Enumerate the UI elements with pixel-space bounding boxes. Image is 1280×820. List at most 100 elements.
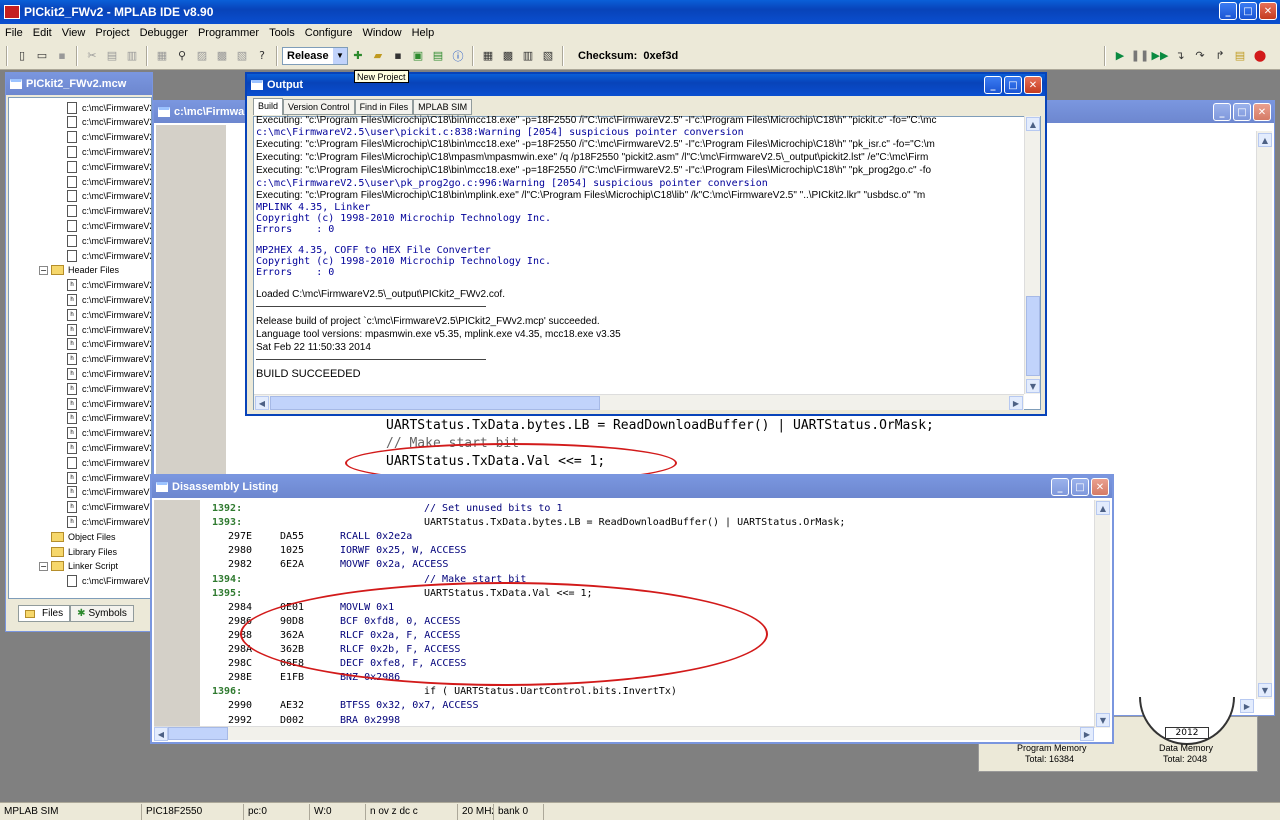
step-out-icon[interactable]: ↱ — [1212, 48, 1228, 64]
editor-maximize-button[interactable]: □ — [1233, 103, 1251, 121]
menu-project[interactable]: Project — [90, 27, 134, 39]
find-icon[interactable]: ⚲ — [174, 48, 190, 64]
run-icon[interactable]: ▶ — [1112, 48, 1128, 64]
maximize-button[interactable]: □ — [1239, 2, 1257, 20]
help-icon[interactable]: ? — [254, 48, 270, 64]
editor-minimize-button[interactable]: _ — [1213, 103, 1231, 121]
next-bookmark-icon[interactable]: ▧ — [234, 48, 250, 64]
tab-mplab-sim[interactable]: MPLAB SIM — [413, 99, 473, 115]
scroll-right-icon[interactable]: ▶ — [1240, 699, 1254, 713]
make-icon[interactable]: ▣ — [410, 48, 426, 64]
tree-item-source[interactable]: c:\mc\FirmwareV2 — [67, 189, 151, 204]
tree-item-header[interactable]: h c:\mc\FirmwareV2 — [67, 366, 151, 381]
tree-item-source[interactable]: c:\mc\FirmwareV2 — [67, 248, 151, 263]
step-over-icon[interactable]: ↷ — [1192, 48, 1208, 64]
tree-item-header[interactable]: h c:\mc\FirmwareV2 — [67, 381, 151, 396]
tree-item-source[interactable]: c:\mc\FirmwareV2 — [67, 130, 151, 145]
tree-item-source[interactable]: c:\mc\FirmwareV2 — [67, 218, 151, 233]
scroll-thumb[interactable] — [270, 396, 600, 410]
tree-item-source[interactable]: c:\mc\FirmwareV2 — [67, 204, 151, 219]
tree-item-header[interactable]: h c:\mc\FirmwareV2 — [67, 396, 151, 411]
tree-item-header[interactable]: h c:\mc\FirmwareV — [67, 500, 150, 515]
tab-symbols[interactable]: ✱ Symbols — [70, 605, 134, 622]
tree-item-header[interactable]: h c:\mc\FirmwareV2 — [67, 411, 151, 426]
save-workspace-icon[interactable]: ▪ — [390, 48, 406, 64]
tree-item-header[interactable]: h c:\mc\FirmwareV2 — [67, 426, 151, 441]
menu-help[interactable]: Help — [407, 27, 440, 39]
paste-icon[interactable]: ▥ — [124, 48, 140, 64]
info-icon[interactable]: ⓘ — [450, 48, 466, 64]
scroll-down-icon[interactable]: ▼ — [1258, 683, 1272, 697]
open-project-icon[interactable]: ▰ — [370, 48, 386, 64]
memory-icon[interactable]: ▩ — [500, 48, 516, 64]
step-into-icon[interactable]: ↴ — [1172, 48, 1188, 64]
tree-folder-linker[interactable]: Linker Script — [51, 559, 118, 574]
collapse-icon[interactable]: − — [39, 265, 48, 275]
output-close-button[interactable]: ✕ — [1024, 76, 1042, 94]
tree-item-header[interactable]: h c:\mc\FirmwareV2 — [67, 337, 151, 352]
output-hscroll[interactable]: ◀ ▶ — [254, 394, 1024, 410]
tab-build[interactable]: Build — [253, 98, 284, 115]
scroll-left-icon[interactable]: ◀ — [255, 396, 269, 410]
disassembly-maximize-button[interactable]: □ — [1071, 478, 1089, 496]
output-maximize-button[interactable]: □ — [1004, 76, 1022, 94]
reset-icon[interactable]: ▤ — [1232, 48, 1248, 64]
bookmark-icon[interactable]: ▩ — [214, 48, 230, 64]
cut-icon[interactable]: ✂ — [84, 48, 100, 64]
scroll-up-icon[interactable]: ▲ — [1258, 133, 1272, 147]
tree-item-header[interactable]: c:\mc\FirmwareV — [67, 455, 150, 470]
scroll-up-icon[interactable]: ▲ — [1096, 501, 1110, 515]
watch-icon[interactable]: ▥ — [520, 48, 536, 64]
menu-file[interactable]: File — [0, 27, 28, 39]
program-icon[interactable]: ▧ — [540, 48, 556, 64]
tree-folder-object[interactable]: Object Files — [51, 529, 116, 544]
scroll-thumb[interactable] — [168, 727, 228, 740]
scroll-down-icon[interactable]: ▼ — [1096, 713, 1110, 727]
output-vscroll[interactable]: ▲ ▼ — [1024, 116, 1040, 394]
scroll-right-icon[interactable]: ▶ — [1009, 396, 1023, 410]
scroll-right-icon[interactable]: ▶ — [1080, 727, 1094, 741]
new-project-icon[interactable]: ✚ — [350, 48, 366, 64]
build-all-icon[interactable]: ▤ — [430, 48, 446, 64]
minimize-button[interactable]: _ — [1219, 2, 1237, 20]
new-file-icon[interactable]: ▯ — [14, 48, 30, 64]
copy-icon[interactable]: ▤ — [104, 48, 120, 64]
tree-item-source[interactable]: c:\mc\FirmwareV2 — [67, 233, 151, 248]
tab-version-control[interactable]: Version Control — [283, 99, 355, 115]
tree-item-header[interactable]: h c:\mc\FirmwareV2 — [67, 440, 151, 455]
close-button[interactable]: ✕ — [1259, 2, 1277, 20]
breakpoint-icon[interactable]: ⬤ — [1252, 48, 1268, 64]
menu-tools[interactable]: Tools — [264, 27, 300, 39]
halt-icon[interactable]: ❚❚ — [1131, 48, 1149, 64]
tree-item-header[interactable]: h c:\mc\FirmwareV2 — [67, 278, 151, 293]
tree-item-header[interactable]: h c:\mc\FirmwareV2 — [67, 352, 151, 367]
menu-programmer[interactable]: Programmer — [193, 27, 264, 39]
tree-folder-header[interactable]: Header Files — [51, 263, 119, 278]
menu-edit[interactable]: Edit — [28, 27, 57, 39]
scroll-up-icon[interactable]: ▲ — [1026, 117, 1040, 131]
find-in-files-icon[interactable]: ▨ — [194, 48, 210, 64]
scroll-left-icon[interactable]: ◀ — [154, 727, 168, 741]
chevron-down-icon[interactable]: ▼ — [333, 47, 347, 64]
output-minimize-button[interactable]: _ — [984, 76, 1002, 94]
tree-item-source[interactable]: c:\mc\FirmwareV2 — [67, 174, 151, 189]
animate-icon[interactable]: ▶▶ — [1152, 48, 1169, 64]
menu-configure[interactable]: Configure — [300, 27, 358, 39]
tree-item-header[interactable]: h c:\mc\FirmwareV — [67, 485, 150, 500]
tab-find-in-files[interactable]: Find in Files — [354, 99, 414, 115]
open-folder-icon[interactable]: ▭ — [34, 48, 50, 64]
tree-item-source[interactable]: c:\mc\FirmwareV2 — [67, 159, 151, 174]
disassembly-hscroll[interactable]: ◀ ▶ — [154, 726, 1094, 741]
collapse-icon[interactable]: − — [39, 561, 48, 571]
tree-item-header[interactable]: h c:\mc\FirmwareV2 — [67, 292, 151, 307]
menu-window[interactable]: Window — [357, 27, 406, 39]
scroll-down-icon[interactable]: ▼ — [1026, 379, 1040, 393]
tree-item-source[interactable]: c:\mc\FirmwareV2 — [67, 100, 151, 115]
tree-item-header[interactable]: h c:\mc\FirmwareV2 — [67, 307, 151, 322]
tab-files[interactable]: Files — [18, 605, 71, 622]
tree-item-source[interactable]: c:\mc\FirmwareV2 — [67, 115, 151, 130]
tree-item-linker[interactable]: c:\mc\FirmwareV — [67, 574, 150, 589]
window-stack-icon[interactable]: ▦ — [480, 48, 496, 64]
disassembly-vscroll[interactable]: ▲ ▼ — [1094, 500, 1110, 728]
menu-debugger[interactable]: Debugger — [135, 27, 193, 39]
